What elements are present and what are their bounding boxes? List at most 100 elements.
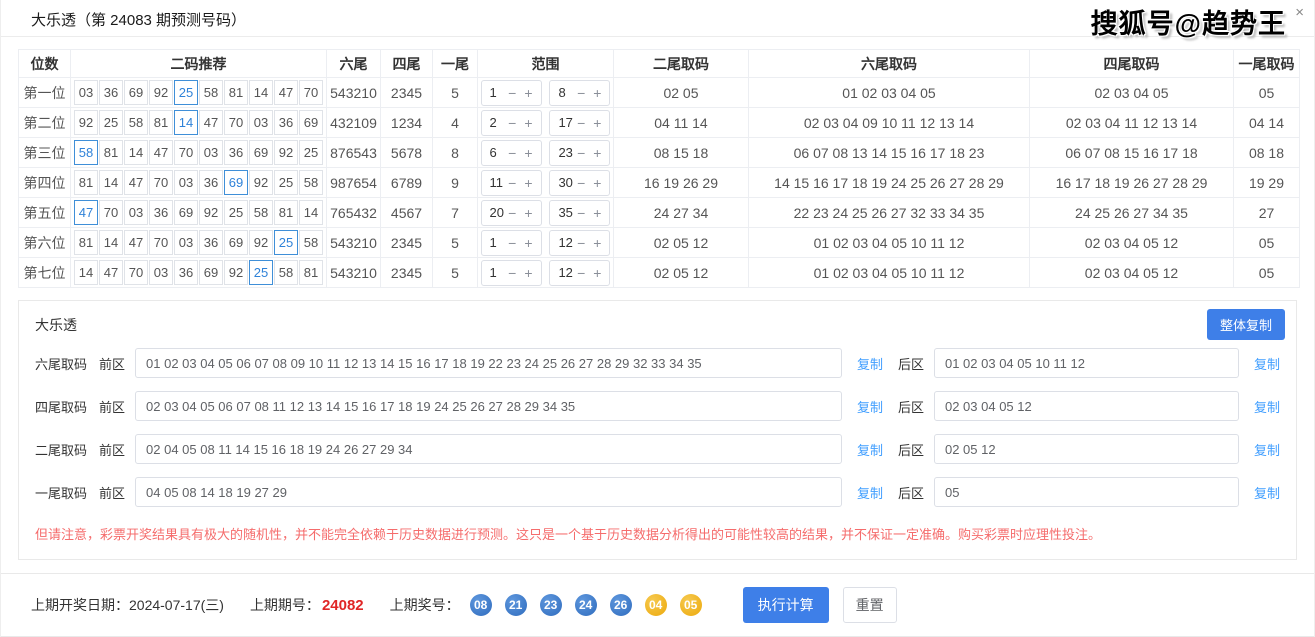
code-cell[interactable]: 81 — [149, 110, 173, 135]
plus-icon[interactable]: + — [593, 236, 601, 250]
plus-icon[interactable]: + — [524, 206, 532, 220]
code-cell[interactable]: 25 — [99, 110, 123, 135]
code-cell[interactable]: 58 — [274, 260, 298, 285]
code-cell[interactable]: 47 — [149, 140, 173, 165]
code-cell[interactable]: 25 — [274, 170, 298, 195]
code-cell[interactable]: 25 — [249, 260, 273, 285]
copy-back-button[interactable]: 复制 — [1254, 483, 1280, 502]
code-cell[interactable]: 47 — [74, 200, 98, 225]
close-icon[interactable]: × — [1295, 4, 1304, 21]
code-cell[interactable]: 69 — [174, 200, 198, 225]
code-cell[interactable]: 25 — [274, 230, 298, 255]
code-cell[interactable]: 92 — [149, 80, 173, 105]
copy-front-button[interactable]: 复制 — [857, 483, 883, 502]
code-cell[interactable]: 58 — [199, 80, 223, 105]
copy-back-button[interactable]: 复制 — [1254, 354, 1280, 373]
minus-icon[interactable]: − — [508, 266, 516, 280]
minus-icon[interactable]: − — [508, 116, 516, 130]
copy-all-button[interactable]: 整体复制 — [1207, 309, 1285, 340]
code-cell[interactable]: 36 — [199, 170, 223, 195]
minus-icon[interactable]: − — [508, 86, 516, 100]
copy-front-button[interactable]: 复制 — [857, 354, 883, 373]
plus-icon[interactable]: + — [593, 266, 601, 280]
code-cell[interactable]: 03 — [124, 200, 148, 225]
code-cell[interactable]: 81 — [74, 230, 98, 255]
code-cell[interactable]: 58 — [299, 230, 323, 255]
code-cell[interactable]: 70 — [174, 140, 198, 165]
code-cell[interactable]: 36 — [199, 230, 223, 255]
code-cell[interactable]: 58 — [74, 140, 98, 165]
code-cell[interactable]: 47 — [274, 80, 298, 105]
code-cell[interactable]: 69 — [199, 260, 223, 285]
code-cell[interactable]: 14 — [74, 260, 98, 285]
code-cell[interactable]: 58 — [124, 110, 148, 135]
code-cell[interactable]: 14 — [249, 80, 273, 105]
code-cell[interactable]: 81 — [299, 260, 323, 285]
minus-icon[interactable]: − — [577, 146, 585, 160]
minus-icon[interactable]: − — [577, 266, 585, 280]
minus-icon[interactable]: − — [577, 116, 585, 130]
code-cell[interactable]: 36 — [224, 140, 248, 165]
code-cell[interactable]: 03 — [174, 230, 198, 255]
code-cell[interactable]: 70 — [224, 110, 248, 135]
code-cell[interactable]: 03 — [149, 260, 173, 285]
code-cell[interactable]: 47 — [124, 170, 148, 195]
minus-icon[interactable]: − — [508, 146, 516, 160]
code-cell[interactable]: 92 — [249, 170, 273, 195]
minus-icon[interactable]: − — [577, 176, 585, 190]
code-cell[interactable]: 92 — [74, 110, 98, 135]
code-cell[interactable]: 69 — [224, 230, 248, 255]
copy-front-button[interactable]: 复制 — [857, 397, 883, 416]
code-cell[interactable]: 70 — [149, 230, 173, 255]
minus-icon[interactable]: − — [508, 176, 516, 190]
code-cell[interactable]: 14 — [299, 200, 323, 225]
code-cell[interactable]: 14 — [99, 170, 123, 195]
code-cell[interactable]: 81 — [274, 200, 298, 225]
minus-icon[interactable]: − — [508, 236, 516, 250]
plus-icon[interactable]: + — [524, 146, 532, 160]
code-cell[interactable]: 58 — [249, 200, 273, 225]
plus-icon[interactable]: + — [524, 176, 532, 190]
back-zone-input[interactable] — [934, 391, 1239, 421]
code-cell[interactable]: 47 — [124, 230, 148, 255]
minus-icon[interactable]: − — [577, 206, 585, 220]
code-cell[interactable]: 69 — [224, 170, 248, 195]
plus-icon[interactable]: + — [524, 116, 532, 130]
code-cell[interactable]: 47 — [199, 110, 223, 135]
front-zone-input[interactable] — [135, 391, 842, 421]
plus-icon[interactable]: + — [524, 86, 532, 100]
plus-icon[interactable]: + — [524, 236, 532, 250]
code-cell[interactable]: 14 — [124, 140, 148, 165]
code-cell[interactable]: 81 — [99, 140, 123, 165]
code-cell[interactable]: 25 — [174, 80, 198, 105]
copy-back-button[interactable]: 复制 — [1254, 397, 1280, 416]
code-cell[interactable]: 14 — [99, 230, 123, 255]
code-cell[interactable]: 69 — [299, 110, 323, 135]
code-cell[interactable]: 03 — [249, 110, 273, 135]
code-cell[interactable]: 36 — [149, 200, 173, 225]
code-cell[interactable]: 03 — [174, 170, 198, 195]
code-cell[interactable]: 14 — [174, 110, 198, 135]
code-cell[interactable]: 81 — [74, 170, 98, 195]
code-cell[interactable]: 70 — [99, 200, 123, 225]
plus-icon[interactable]: + — [593, 206, 601, 220]
copy-back-button[interactable]: 复制 — [1254, 440, 1280, 459]
code-cell[interactable]: 25 — [299, 140, 323, 165]
plus-icon[interactable]: + — [593, 146, 601, 160]
plus-icon[interactable]: + — [593, 86, 601, 100]
plus-icon[interactable]: + — [593, 116, 601, 130]
plus-icon[interactable]: + — [524, 266, 532, 280]
code-cell[interactable]: 36 — [174, 260, 198, 285]
code-cell[interactable]: 70 — [149, 170, 173, 195]
code-cell[interactable]: 58 — [299, 170, 323, 195]
back-zone-input[interactable] — [934, 434, 1239, 464]
code-cell[interactable]: 70 — [299, 80, 323, 105]
minus-icon[interactable]: − — [508, 206, 516, 220]
copy-front-button[interactable]: 复制 — [857, 440, 883, 459]
code-cell[interactable]: 69 — [124, 80, 148, 105]
code-cell[interactable]: 47 — [99, 260, 123, 285]
front-zone-input[interactable] — [135, 477, 842, 507]
code-cell[interactable]: 69 — [249, 140, 273, 165]
back-zone-input[interactable] — [934, 348, 1239, 378]
back-zone-input[interactable] — [934, 477, 1239, 507]
